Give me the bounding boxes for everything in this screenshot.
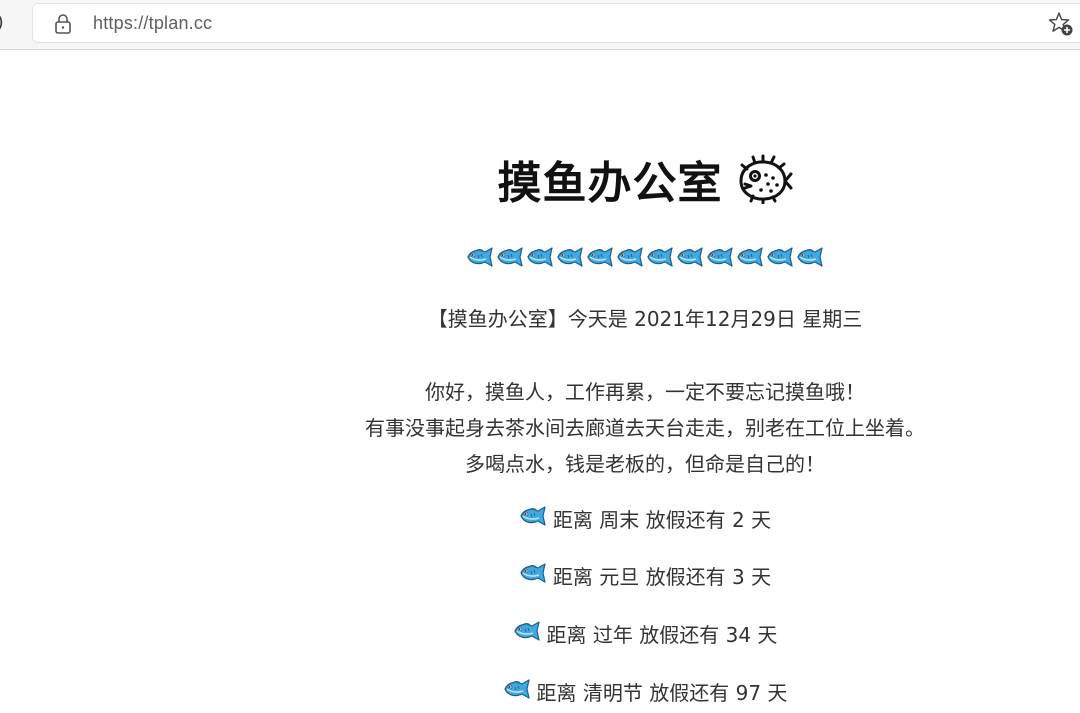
fish-icon	[513, 620, 541, 647]
fish-icon	[496, 246, 524, 272]
greeting-message: 你好，摸鱼人，工作再累，一定不要忘记摸鱼哦！ 有事没事起身去茶水间去廊道去天台走…	[300, 374, 990, 482]
address-bar[interactable]: https://tplan.cc	[32, 3, 1080, 43]
page-title-text: 摸鱼办公室	[497, 158, 723, 209]
lock-icon[interactable]	[53, 13, 73, 35]
refresh-button-edge[interactable]: )	[0, 13, 4, 33]
fish-icon	[519, 505, 547, 532]
countdown-text: 距离 周末 放假还有 2 天	[552, 508, 772, 532]
countdown-text: 距离 清明节 放假还有 97 天	[536, 681, 788, 705]
fish-icon	[466, 246, 494, 272]
greeting-line: 有事没事起身去茶水间去廊道去天台走走，别老在工位上坐着。	[365, 416, 925, 440]
fish-icon	[519, 562, 547, 589]
fish-icon	[526, 246, 554, 272]
fish-icon	[736, 246, 764, 272]
browser-toolbar: ) https://tplan.cc	[0, 0, 1080, 50]
fish-icon	[676, 246, 704, 272]
fish-icon	[766, 246, 794, 272]
greeting-line: 多喝点水，钱是老板的，但命是自己的！	[465, 452, 825, 476]
countdown-qingming: 距离 清明节 放假还有 97 天	[300, 677, 990, 706]
greeting-line: 你好，摸鱼人，工作再累，一定不要忘记摸鱼哦！	[425, 380, 865, 404]
date-line: 【摸鱼办公室】今天是 2021年12月29日 星期三	[427, 307, 863, 331]
add-favorite-icon[interactable]	[1048, 11, 1074, 37]
blowfish-icon	[739, 154, 792, 204]
fish-icon	[796, 246, 824, 272]
fish-row	[300, 246, 990, 272]
fish-icon	[646, 246, 674, 272]
countdown-new-year: 距离 元旦 放假还有 3 天	[300, 561, 990, 590]
fish-icon	[706, 246, 734, 272]
countdown-spring-festival: 距离 过年 放假还有 34 天	[300, 619, 990, 648]
page-title: 摸鱼办公室	[300, 147, 990, 211]
countdown-text: 距离 过年 放假还有 34 天	[546, 623, 778, 647]
fish-icon	[503, 678, 531, 705]
countdown-text: 距离 元旦 放假还有 3 天	[552, 565, 772, 589]
url-text[interactable]: https://tplan.cc	[93, 13, 212, 34]
countdown-weekend: 距离 周末 放假还有 2 天	[300, 504, 990, 533]
fish-icon	[586, 246, 614, 272]
fish-icon	[556, 246, 584, 272]
fish-icon	[616, 246, 644, 272]
